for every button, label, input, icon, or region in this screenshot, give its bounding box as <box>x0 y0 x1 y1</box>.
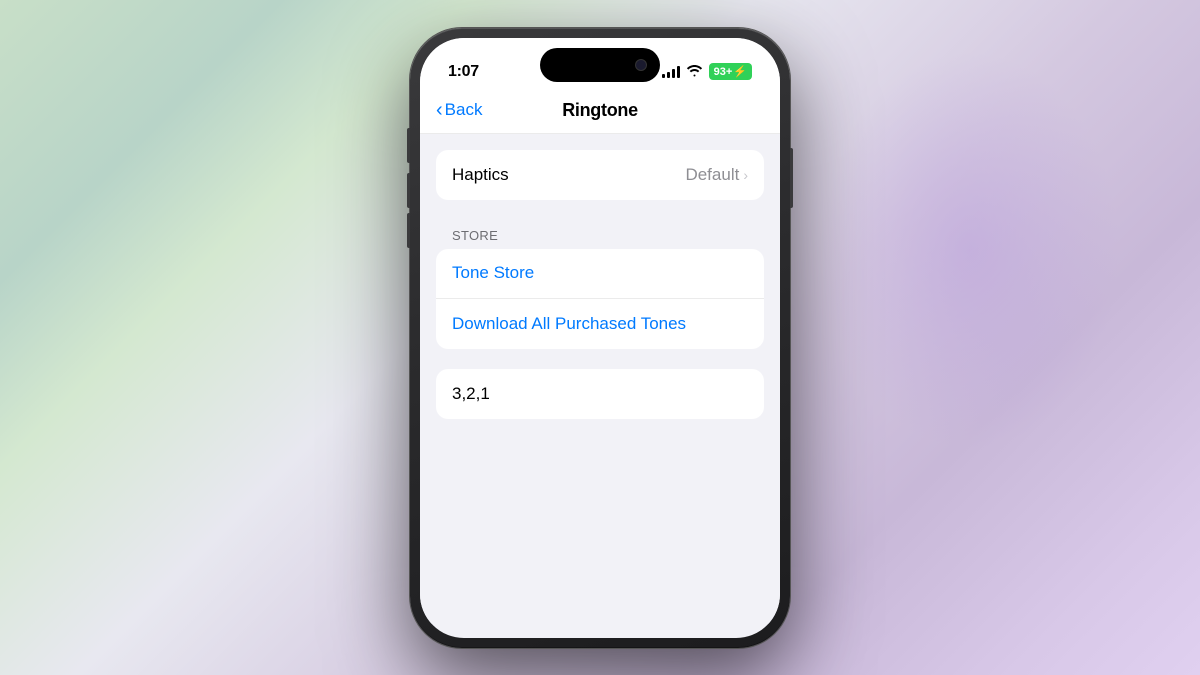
ringtone-list-section: 3,2,1 <box>436 369 764 419</box>
status-time: 1:07 <box>448 63 479 81</box>
haptics-value-text: Default <box>685 165 739 185</box>
status-icons: 93+ ⚡ <box>662 63 752 80</box>
content-area: Haptics Default › STORE Tone Store Downl… <box>420 134 780 624</box>
status-bar: 1:07 93+ <box>420 38 780 92</box>
tone-store-label: Tone Store <box>452 263 534 283</box>
dynamic-island <box>540 48 660 82</box>
tone-store-row[interactable]: Tone Store <box>436 249 764 299</box>
haptics-value: Default › <box>685 165 748 185</box>
signal-bar-1 <box>662 74 665 78</box>
back-chevron-icon: ‹ <box>436 100 443 120</box>
phone-device: 1:07 93+ <box>410 28 790 648</box>
navigation-bar: ‹ Back Ringtone <box>420 92 780 134</box>
wifi-icon <box>686 64 703 80</box>
battery-indicator: 93+ ⚡ <box>709 63 752 80</box>
signal-bars-icon <box>662 66 680 78</box>
download-purchased-row[interactable]: Download All Purchased Tones <box>436 299 764 349</box>
haptics-section: Haptics Default › <box>436 150 764 200</box>
store-section: STORE Tone Store Download All Purchased … <box>436 220 764 349</box>
haptics-row[interactable]: Haptics Default › <box>436 150 764 200</box>
haptics-chevron-icon: › <box>743 167 748 183</box>
ringtone-321-row[interactable]: 3,2,1 <box>436 369 764 419</box>
signal-bar-4 <box>677 66 680 78</box>
back-label: Back <box>445 100 483 120</box>
phone-screen: 1:07 93+ <box>420 38 780 638</box>
battery-level: 93+ ⚡ <box>709 63 752 80</box>
haptics-label: Haptics <box>452 165 509 185</box>
store-section-header: STORE <box>436 220 764 249</box>
ringtone-321-label: 3,2,1 <box>452 384 490 404</box>
store-list: Tone Store Download All Purchased Tones <box>436 249 764 349</box>
download-purchased-label: Download All Purchased Tones <box>452 314 686 334</box>
signal-bar-2 <box>667 72 670 78</box>
back-button[interactable]: ‹ Back <box>436 100 482 120</box>
page-title: Ringtone <box>562 100 638 121</box>
signal-bar-3 <box>672 69 675 78</box>
